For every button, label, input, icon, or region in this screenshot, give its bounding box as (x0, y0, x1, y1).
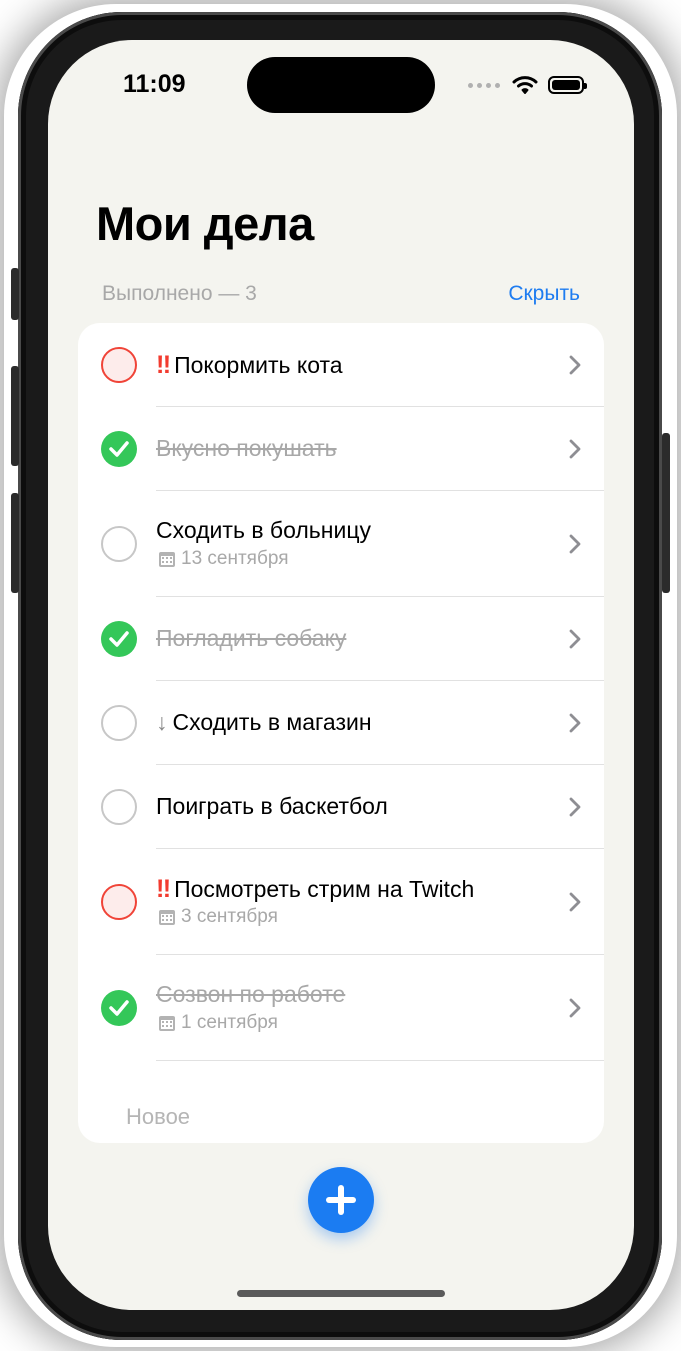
task-due-date: 1 сентября (158, 1012, 278, 1034)
task-checkbox[interactable] (101, 705, 137, 741)
chevron-right-icon (569, 355, 581, 375)
task-checkbox[interactable] (101, 526, 137, 562)
side-button-power (662, 433, 670, 593)
calendar-icon (159, 910, 175, 925)
page-title: Мои дела (96, 197, 314, 250)
task-row[interactable]: Созвон по работе 1 сентября (78, 955, 604, 1061)
checkmark-icon (109, 631, 129, 647)
high-priority-icon: ‼ (156, 875, 171, 903)
low-priority-icon: ↓ (156, 709, 168, 735)
dynamic-island (247, 57, 435, 113)
task-checkbox-checked[interactable] (101, 621, 137, 657)
home-indicator[interactable] (237, 1290, 445, 1297)
high-priority-icon: ‼ (156, 351, 171, 379)
task-title: ‼ Покормить кота (156, 351, 343, 379)
task-title: Погладить собаку (156, 625, 347, 651)
task-checkbox-checked[interactable] (101, 431, 137, 467)
task-row[interactable]: Сходить в больницу 13 сентября (78, 491, 604, 597)
task-row[interactable]: Погладить собаку (78, 597, 604, 681)
task-row[interactable]: ‼ Посмотреть стрим на Twitch 3 сентября (78, 849, 604, 955)
cellular-signal-icon (468, 82, 500, 88)
battery-icon (548, 76, 587, 94)
task-row[interactable]: Вкусно покушать (78, 407, 604, 491)
side-button-volume-down (11, 493, 19, 593)
checkmark-icon (109, 441, 129, 457)
task-title: ‼ Посмотреть стрим на Twitch (156, 875, 475, 903)
screen: 11:09 Мои дела Выполнено — 3 Скрыть ‼ Пок… (48, 40, 634, 1310)
wifi-icon (512, 76, 538, 94)
side-button-volume-up (11, 366, 19, 466)
chevron-right-icon (569, 629, 581, 649)
task-title: Созвон по работе (156, 981, 346, 1007)
chevron-right-icon (569, 998, 581, 1018)
status-time: 11:09 (123, 70, 186, 98)
chevron-right-icon (569, 534, 581, 554)
checkmark-icon (109, 1000, 129, 1016)
task-checkbox[interactable] (101, 884, 137, 920)
task-title: ↓ Сходить в магазин (156, 709, 372, 735)
add-task-button[interactable] (308, 1167, 374, 1233)
task-due-date: 13 сентября (158, 548, 289, 570)
completed-count-label: Выполнено — 3 (102, 282, 257, 305)
chevron-right-icon (569, 713, 581, 733)
hide-completed-button[interactable]: Скрыть (508, 282, 580, 306)
task-checkbox[interactable] (101, 789, 137, 825)
row-separator (156, 1060, 604, 1061)
task-due-date: 3 сентября (158, 906, 278, 928)
chevron-right-icon (569, 892, 581, 912)
new-task-input[interactable]: Новое (126, 1104, 190, 1130)
task-checkbox[interactable] (101, 347, 137, 383)
task-list: ‼ Покормить кота Вкусно покушать Сходить … (78, 323, 604, 1143)
task-title: Вкусно покушать (156, 435, 337, 461)
calendar-icon (159, 552, 175, 567)
chevron-right-icon (569, 797, 581, 817)
chevron-right-icon (569, 439, 581, 459)
calendar-icon (159, 1016, 175, 1031)
status-icons (468, 74, 587, 96)
side-button-mute (11, 268, 19, 320)
task-row[interactable]: ↓ Сходить в магазин (78, 681, 604, 765)
task-title: Поиграть в баскетбол (156, 793, 388, 819)
task-row[interactable]: ‼ Покормить кота (78, 323, 604, 407)
task-title: Сходить в больницу (156, 517, 372, 543)
task-row[interactable]: Поиграть в баскетбол (78, 765, 604, 849)
task-checkbox-checked[interactable] (101, 990, 137, 1026)
